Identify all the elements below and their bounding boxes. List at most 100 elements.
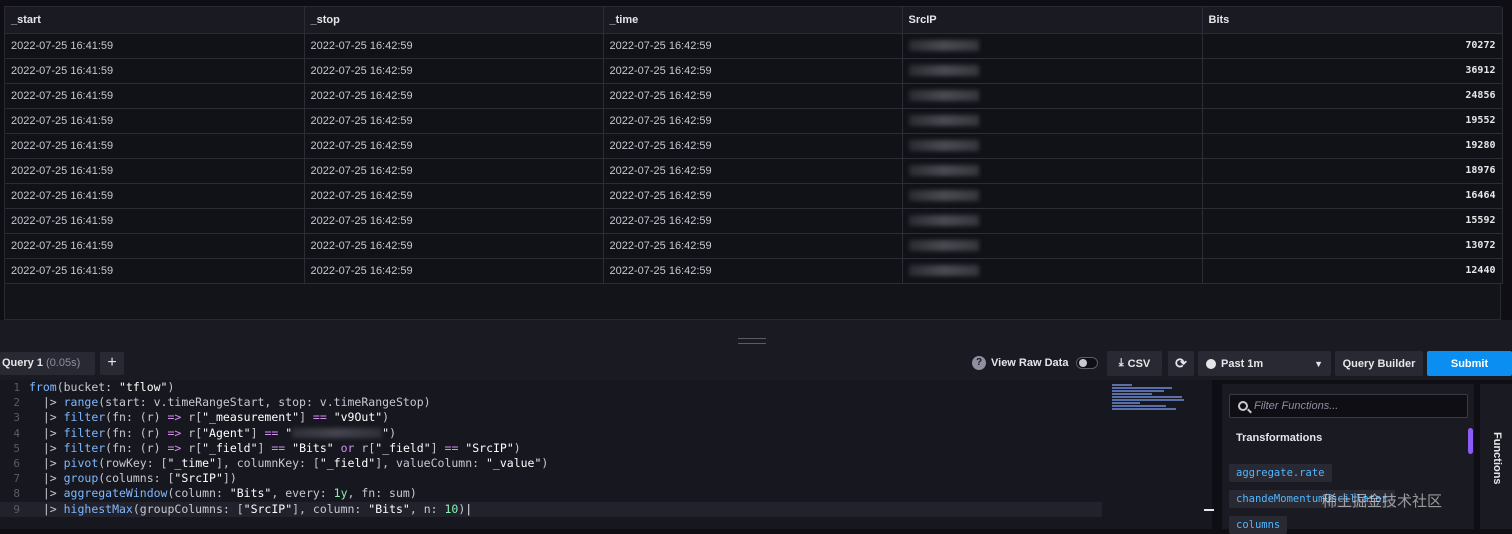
cell-srcip [902, 208, 1203, 234]
functions-scrollbar[interactable] [1468, 428, 1473, 454]
cell-time: 2022-07-25 16:42:59 [603, 183, 903, 209]
cell-start: 2022-07-25 16:41:59 [5, 208, 305, 234]
cell-bits: 18976 [1202, 158, 1503, 184]
cell-stop: 2022-07-25 16:42:59 [304, 133, 604, 159]
cell-start: 2022-07-25 16:41:59 [5, 133, 305, 159]
code-line[interactable]: 3 |> filter(fn: (r) => r["_measurement"]… [0, 410, 1102, 425]
filter-functions-search[interactable] [1229, 394, 1468, 418]
table-row[interactable]: 2022-07-25 16:41:59 2022-07-25 16:42:59 20… [5, 133, 1503, 159]
filter-functions-input[interactable] [1254, 400, 1454, 412]
function-group-title: Transformations [1236, 432, 1323, 444]
table-row[interactable]: 2022-07-25 16:41:59 2022-07-25 16:42:59 20… [5, 258, 1503, 284]
column-header-bits[interactable]: Bits [1202, 7, 1503, 34]
table-body: 2022-07-25 16:41:59 2022-07-25 16:42:59 20… [5, 33, 1503, 284]
query-builder-button[interactable]: Query Builder [1335, 351, 1423, 376]
redacted-ip [908, 165, 979, 177]
cell-stop: 2022-07-25 16:42:59 [304, 258, 604, 284]
cell-start: 2022-07-25 16:41:59 [5, 58, 305, 84]
code-line[interactable]: 9 |> highestMax(groupColumns: ["SrcIP"],… [0, 501, 1102, 517]
table-row[interactable]: 2022-07-25 16:41:59 2022-07-25 16:42:59 20… [5, 58, 1503, 84]
table-row[interactable]: 2022-07-25 16:41:59 2022-07-25 16:42:59 20… [5, 158, 1503, 184]
column-header-stop[interactable]: _stop [304, 7, 604, 34]
cell-bits: 19280 [1202, 133, 1503, 159]
table-row[interactable]: 2022-07-25 16:41:59 2022-07-25 16:42:59 20… [5, 208, 1503, 234]
cell-bits: 13072 [1202, 233, 1503, 259]
column-header-start[interactable]: _start [5, 7, 305, 34]
code-line[interactable]: 2 |> range(start: v.timeRangeStart, stop… [0, 395, 1102, 410]
redacted-ip [908, 65, 979, 77]
chevron-down-icon: ▼ [1314, 358, 1323, 369]
view-raw-data-toggle[interactable] [1076, 357, 1099, 369]
submit-button[interactable]: Submit [1427, 351, 1512, 376]
help-icon[interactable]: ? [972, 356, 986, 370]
csv-download-button[interactable]: ⤓ CSV [1107, 351, 1162, 376]
cell-stop: 2022-07-25 16:42:59 [304, 58, 604, 84]
add-query-button[interactable]: + [100, 352, 124, 375]
flux-editor[interactable]: 1 from(bucket: "tflow") 2 |> range(start:… [0, 380, 1102, 529]
cell-srcip [902, 33, 1203, 59]
refresh-icon: ⟳ [1175, 355, 1187, 371]
redacted-ip [908, 240, 979, 252]
cell-stop: 2022-07-25 16:42:59 [304, 33, 604, 59]
table-row[interactable]: 2022-07-25 16:41:59 2022-07-25 16:42:59 20… [5, 33, 1503, 59]
code-line[interactable]: 7 |> group(columns: ["SrcIP"]) [0, 471, 1102, 486]
cell-stop: 2022-07-25 16:42:59 [304, 158, 604, 184]
time-range-value: Past 1m [1221, 357, 1264, 370]
code-line[interactable]: 5 |> filter(fn: (r) => r["_field"] == "B… [0, 441, 1102, 456]
cell-stop: 2022-07-25 16:42:59 [304, 108, 604, 134]
table-row[interactable]: 2022-07-25 16:41:59 2022-07-25 16:42:59 20… [5, 233, 1503, 259]
cell-time: 2022-07-25 16:42:59 [603, 258, 903, 284]
cell-start: 2022-07-25 16:41:59 [5, 33, 305, 59]
clock-icon [1206, 358, 1216, 369]
cell-srcip [902, 158, 1203, 184]
view-raw-data-label: View Raw Data [991, 357, 1069, 369]
cell-time: 2022-07-25 16:42:59 [603, 158, 903, 184]
cell-srcip [902, 133, 1203, 159]
code-line[interactable]: 4 |> filter(fn: (r) => r["Agent"] == " ") [0, 426, 1102, 441]
cell-bits: 70272 [1202, 33, 1503, 59]
table-row[interactable]: 2022-07-25 16:41:59 2022-07-25 16:42:59 20… [5, 183, 1503, 209]
redacted-ip [908, 90, 979, 102]
cell-time: 2022-07-25 16:42:59 [603, 133, 903, 159]
cell-srcip [902, 108, 1203, 134]
query-toolbar: Query 1 (0.05s) + ? View Raw Data ⤓ CSV … [0, 346, 1512, 380]
cell-stop: 2022-07-25 16:42:59 [304, 208, 604, 234]
function-item[interactable]: columns [1229, 516, 1288, 534]
results-table: _start _stop _time SrcIP Bits 2022-07-25… [4, 6, 1503, 320]
drag-handle-icon[interactable] [738, 338, 766, 344]
column-header-time[interactable]: _time [603, 7, 903, 34]
functions-side-tab[interactable]: Functions [1480, 384, 1512, 529]
cell-time: 2022-07-25 16:42:59 [603, 58, 903, 84]
code-line[interactable]: 1 from(bucket: "tflow") [0, 380, 1102, 395]
redacted-ip [908, 190, 979, 202]
search-icon [1238, 401, 1248, 411]
table-row[interactable]: 2022-07-25 16:41:59 2022-07-25 16:42:59 20… [5, 108, 1503, 134]
cell-stop: 2022-07-25 16:42:59 [304, 183, 604, 209]
watermark: 稀土掘金技术社区 [1322, 493, 1443, 510]
tab-query-1[interactable]: Query 1 (0.05s) [0, 352, 95, 375]
cell-srcip [902, 233, 1203, 259]
editor-minimap[interactable] [1102, 380, 1212, 529]
cell-start: 2022-07-25 16:41:59 [5, 183, 305, 209]
redacted-value [292, 428, 383, 439]
table-row[interactable]: 2022-07-25 16:41:59 2022-07-25 16:42:59 20… [5, 83, 1503, 109]
cell-time: 2022-07-25 16:42:59 [603, 108, 903, 134]
code-line[interactable]: 8 |> aggregateWindow(column: "Bits", eve… [0, 486, 1102, 501]
download-icon: ⤓ [1118, 357, 1124, 369]
refresh-button[interactable]: ⟳ [1168, 351, 1194, 376]
csv-label: CSV [1127, 357, 1151, 370]
query-duration: (0.05s) [46, 357, 81, 369]
column-header-srcip[interactable]: SrcIP [902, 7, 1203, 34]
cell-srcip [902, 258, 1203, 284]
code-line[interactable]: 6 |> pivot(rowKey: ["_time"], columnKey:… [0, 456, 1102, 471]
collapse-panel-icon[interactable] [1204, 509, 1214, 511]
cell-bits: 19552 [1202, 108, 1503, 134]
cell-time: 2022-07-25 16:42:59 [603, 208, 903, 234]
redacted-ip [908, 215, 979, 227]
cell-stop: 2022-07-25 16:42:59 [304, 83, 604, 109]
redacted-ip [908, 115, 979, 127]
time-range-dropdown[interactable]: Past 1m ▼ [1198, 351, 1331, 376]
cell-time: 2022-07-25 16:42:59 [603, 33, 903, 59]
function-item[interactable]: aggregate.rate [1229, 464, 1332, 482]
redacted-ip [908, 140, 979, 152]
